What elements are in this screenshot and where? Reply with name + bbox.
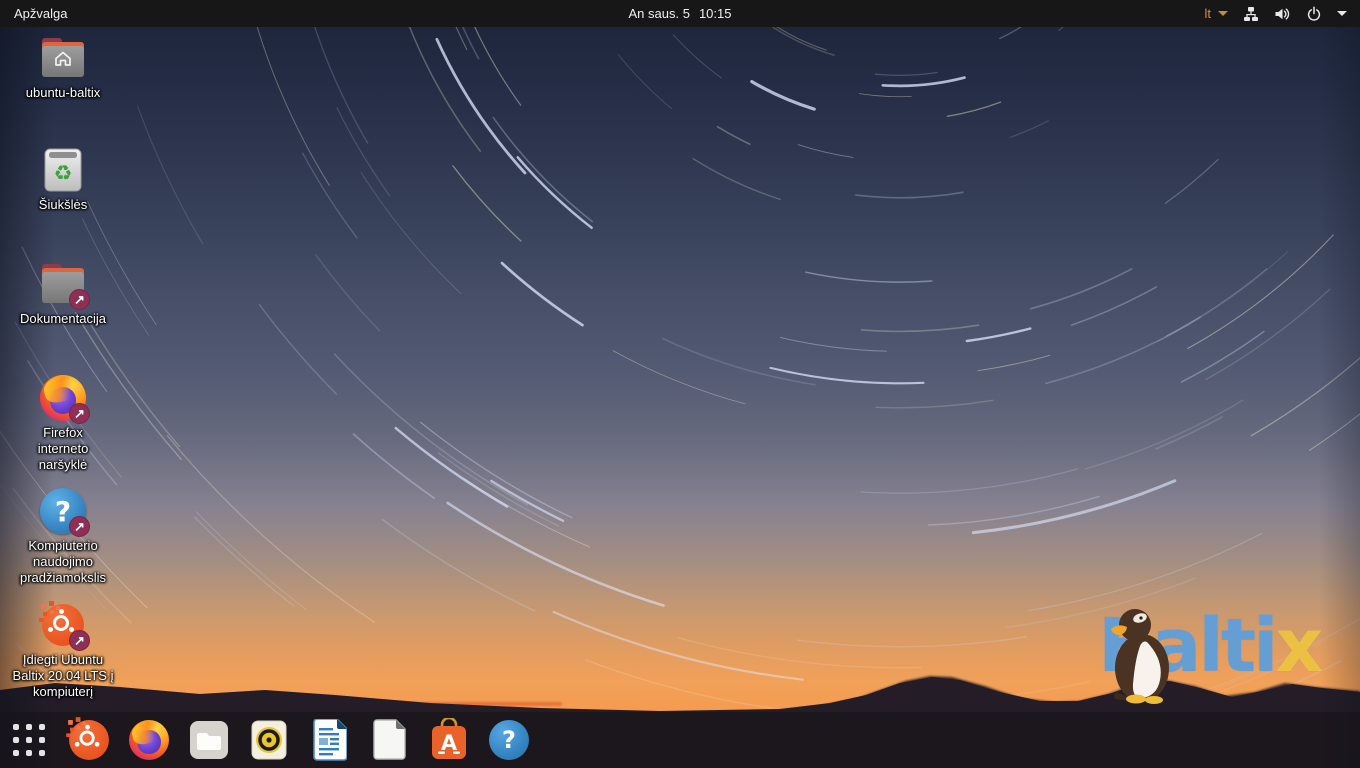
keyboard-layout-indicator[interactable]: lt [1205,6,1229,21]
dock-item-rhythmbox[interactable] [245,716,293,764]
dock-item-help[interactable]: ? [485,716,533,764]
dock-item-firefox[interactable] [125,716,173,764]
desktop-icon-dokumentacija[interactable]: ↗ Dokumentacija [8,260,118,327]
desktop-screen: Baltix Apžvalga An saus. 5 10:15 lt [0,0,1360,768]
svg-text:A: A [441,731,458,755]
dock-item-libreoffice[interactable] [365,716,413,764]
status-area: lt [1205,0,1360,27]
network-wired-icon[interactable] [1243,6,1259,22]
libreoffice-writer-icon [311,719,347,761]
svg-text:♻: ♻ [54,161,73,185]
activities-button[interactable]: Apžvalga [0,0,81,27]
clock-time: 10:15 [699,6,732,21]
dock-item-files[interactable] [185,716,233,764]
trash-icon: ♻ [41,146,85,194]
baltix-wallpaper-logo: Baltix [1098,600,1358,710]
desktop-icon-label: Dokumentacija [9,311,117,327]
symlink-badge-icon: ↗ [69,403,90,424]
system-menu-chevron-icon[interactable] [1337,11,1347,16]
ubuntu-software-icon: A [428,718,470,762]
symlink-badge-icon: ↗ [69,289,90,310]
dock-item-writer[interactable] [305,716,353,764]
penguin-icon [1102,608,1180,704]
desktop-icon-home[interactable]: ubuntu-baltix [8,34,118,101]
wallpaper: Baltix [0,0,1360,768]
dock-item-software[interactable]: A [425,716,473,764]
desktop-icon-label: Šiukšlės [9,197,117,213]
firefox-icon [129,720,169,760]
desktop-icon-label: Įdiegti Ubuntu Baltix 20.04 LTS į kompiu… [7,652,119,700]
home-folder-icon [39,36,87,80]
rhythmbox-icon [249,720,289,760]
dock-item-installer[interactable] [65,716,113,764]
desktop-icon-trash[interactable]: ♻ Šiukšlės [8,146,118,213]
show-applications-button[interactable] [5,716,53,764]
help-icon: ? [489,720,529,760]
keyboard-layout-label: lt [1205,6,1212,21]
desktop-icon-installer[interactable]: ↗ Įdiegti Ubuntu Baltix 20.04 LTS į komp… [8,601,118,700]
files-icon [189,720,229,760]
desktop-icon-label: ubuntu-baltix [9,85,117,101]
libreoffice-start-center-icon [372,719,406,761]
desktop-icon-label: Firefox interneto naršyklė [27,425,99,473]
symlink-badge-icon: ↗ [69,516,90,537]
desktop-icon-firefox[interactable]: ↗ Firefox interneto naršyklė [8,374,118,473]
grid-icon [13,724,45,756]
ubiquity-installer-icon [66,717,112,763]
desktop-icon-label: Kompiuterio naudojimo pradžiamokslis [8,538,118,586]
symlink-badge-icon: ↗ [69,630,90,651]
chevron-down-icon [1218,11,1228,16]
volume-icon[interactable] [1274,6,1291,22]
top-bar: Apžvalga An saus. 5 10:15 lt [0,0,1360,27]
power-icon[interactable] [1306,6,1322,22]
clock-date: An saus. 5 [629,6,690,21]
desktop-icon-help[interactable]: ? ↗ Kompiuterio naudojimo pradžiamokslis [8,487,118,586]
clock-button[interactable]: An saus. 5 10:15 [629,0,732,27]
dock: A ? [0,712,1360,768]
